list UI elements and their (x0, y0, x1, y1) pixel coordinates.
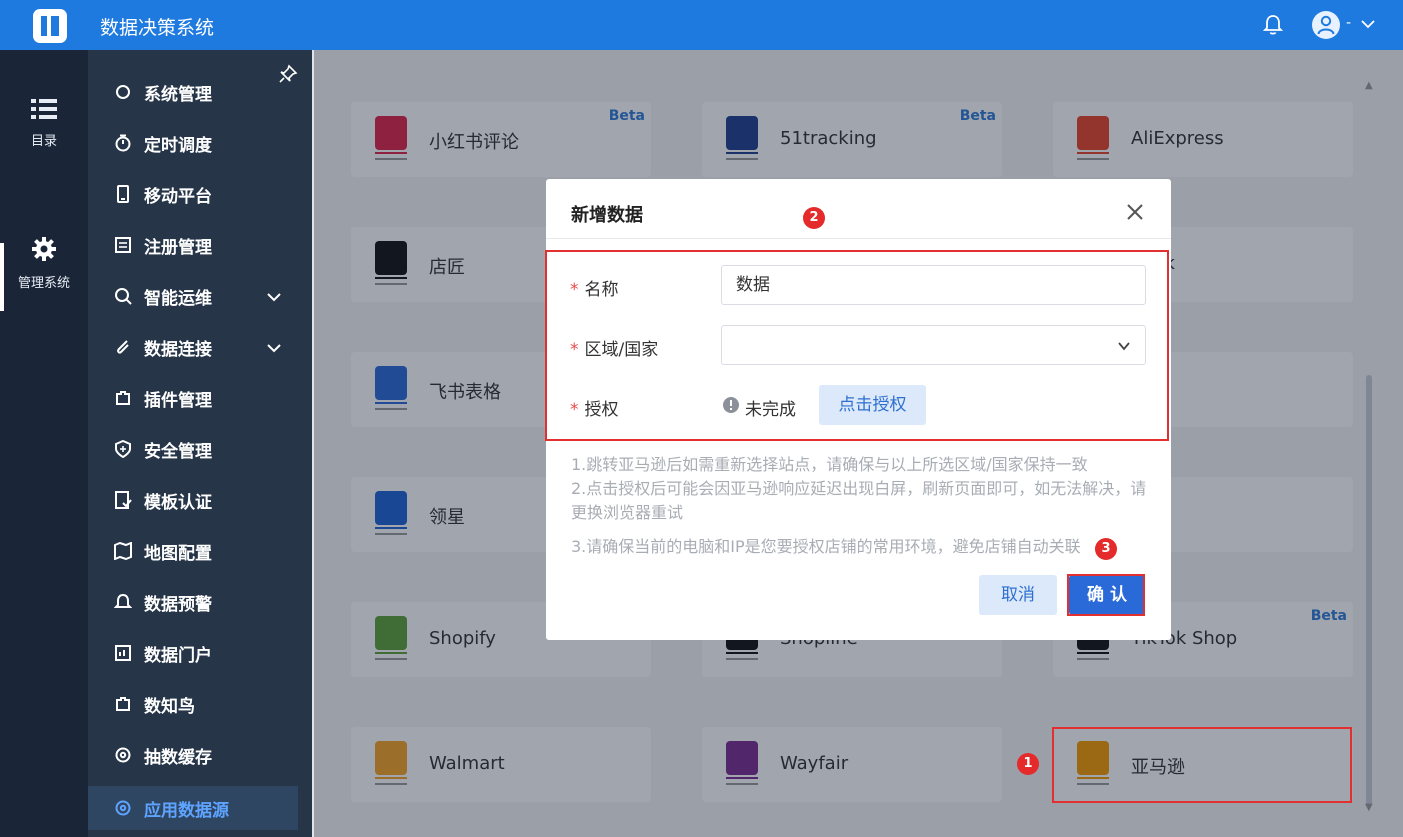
divider (546, 238, 1171, 239)
rail-item-label: 管理系统 (17, 276, 70, 291)
rail-item-admin[interactable]: 管理系统 (0, 236, 88, 291)
top-bar: 数据决策系统 - (0, 0, 1403, 50)
menu-item-label: 插件管理 (144, 390, 212, 411)
menu-item-label: 智能运维 (144, 288, 212, 309)
modal-title: 新增数据 (571, 205, 643, 226)
menu-item-data-connection[interactable]: 数据连接 (88, 325, 298, 369)
chevron-down-icon (267, 344, 281, 353)
menu-item-label: 应用数据源 (144, 800, 229, 821)
template-icon (115, 491, 132, 509)
app-title: 数据决策系统 (100, 17, 215, 39)
timer-icon (115, 134, 131, 152)
logo-icon[interactable] (33, 9, 67, 43)
menu-item-label: 地图配置 (144, 543, 212, 564)
menu-item-system[interactable]: 系统管理 (88, 70, 298, 114)
step-badge-3: 3 (1095, 538, 1117, 560)
link-icon (117, 340, 129, 354)
map-icon (114, 542, 132, 560)
list-icon (31, 99, 57, 119)
register-icon (115, 237, 131, 253)
plugin-icon (116, 697, 130, 711)
menu-item-alert[interactable]: 数据预警 (88, 580, 298, 624)
step-badge-2: 2 (803, 207, 825, 229)
menu-item-label: 系统管理 (144, 84, 212, 105)
portal-icon (115, 645, 131, 661)
menu-item-schedule[interactable]: 定时调度 (88, 121, 298, 165)
system-icon (116, 85, 130, 99)
tip-line-3: 3.请确保当前的电脑和IP是您要授权店铺的常用环境，避免店铺自动关联 (571, 537, 1081, 556)
menu-item-label: 安全管理 (144, 441, 212, 462)
menu-item-register[interactable]: 注册管理 (88, 223, 298, 267)
menu-item-label: 模板认证 (144, 492, 212, 513)
rail-item-catalog[interactable]: 目录 (0, 98, 88, 149)
menu-item-shuzhiniao[interactable]: 数知鸟 (88, 682, 298, 726)
avatar[interactable] (1312, 11, 1340, 39)
menu-item-map[interactable]: 地图配置 (88, 529, 298, 573)
left-rail: 目录 管理系统 (0, 50, 88, 837)
step-badge-1: 1 (1017, 753, 1039, 775)
menu-item-label: 数据门户 (144, 645, 212, 666)
rail-item-label: 目录 (30, 134, 57, 149)
menu-item-label: 数知鸟 (144, 696, 195, 717)
menu-item-ops[interactable]: 智能运维 (88, 274, 298, 318)
menu-item-portal[interactable]: 数据门户 (88, 631, 298, 675)
confirm-highlight-box (1067, 574, 1145, 616)
bell-icon (114, 593, 132, 608)
menu-item-plugin[interactable]: 插件管理 (88, 376, 298, 420)
form-highlight-box (545, 250, 1169, 441)
gear-icon (32, 237, 56, 261)
user-name[interactable]: - (1346, 15, 1351, 31)
menu-item-label: 定时调度 (144, 135, 212, 156)
tip-line-2: 2.点击授权后可能会因亚马逊响应延迟出现白屏，刷新页面即可，如无法解决，请更换浏… (571, 479, 1147, 522)
mobile-icon (117, 185, 129, 203)
menu-item-label: 抽数缓存 (144, 747, 212, 768)
gear-icon (115, 747, 131, 763)
menu-item-app-datasource[interactable]: 应用数据源 (88, 786, 298, 830)
plugin-icon (116, 391, 130, 405)
ops-icon (115, 288, 132, 305)
menu-item-template[interactable]: 模板认证 (88, 478, 298, 522)
menu-item-label: 数据连接 (144, 339, 212, 360)
menu-item-label: 数据预警 (144, 594, 212, 615)
close-icon[interactable] (1124, 201, 1146, 223)
menu-item-label: 注册管理 (144, 237, 212, 258)
user-icon (1317, 15, 1335, 35)
amazon-highlight-box (1052, 727, 1352, 803)
menu-item-cache[interactable]: 抽数缓存 (88, 733, 298, 777)
chevron-down-icon (267, 293, 281, 302)
chevron-down-icon[interactable] (1360, 16, 1376, 32)
admin-menu: 系统管理 定时调度 移动平台 注册管理 智能运维 数据连接 插件管理 安全管理 … (88, 50, 312, 837)
gear-icon (115, 800, 131, 816)
menu-item-mobile[interactable]: 移动平台 (88, 172, 298, 216)
shield-icon (115, 440, 131, 458)
menu-item-label: 移动平台 (144, 186, 212, 207)
bell-icon[interactable] (1263, 14, 1283, 36)
tip-line-1: 1.跳转亚马逊后如需重新选择站点，请确保与以上所选区域/国家保持一致 (571, 455, 1088, 474)
menu-item-security[interactable]: 安全管理 (88, 427, 298, 471)
cancel-button[interactable]: 取消 (979, 575, 1057, 615)
